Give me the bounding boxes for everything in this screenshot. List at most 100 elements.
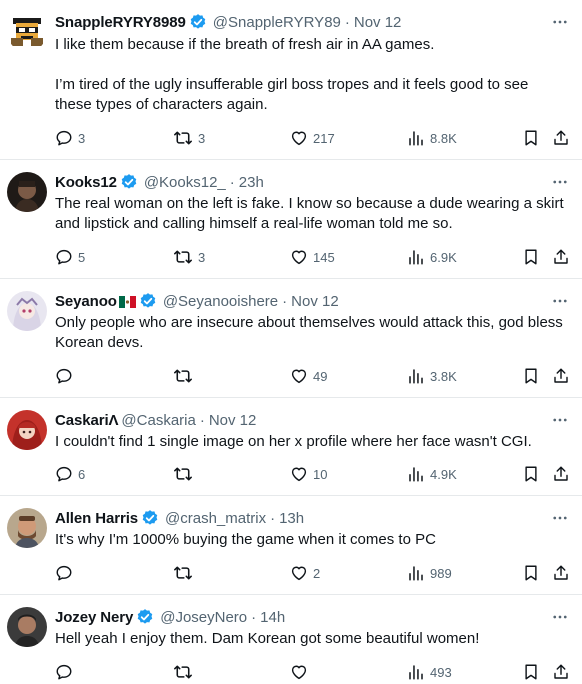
like-button[interactable]: 2	[290, 562, 320, 584]
like-button[interactable]: 145	[290, 246, 335, 268]
reply[interactable]: Kooks12 @Kooks12_ · 23h The real woman o…	[0, 160, 582, 279]
action-bar: 3 3 217 8.8K	[55, 127, 572, 149]
share-button[interactable]	[552, 127, 570, 149]
share-button[interactable]	[552, 661, 570, 683]
timestamp[interactable]: 14h	[260, 609, 285, 626]
views-icon	[407, 248, 425, 266]
views-button[interactable]: 493	[407, 661, 452, 683]
like-button[interactable]: 49	[290, 365, 327, 387]
like-button[interactable]: 10	[290, 463, 327, 485]
reply-icon	[55, 129, 73, 147]
avatar[interactable]	[7, 172, 47, 212]
avatar[interactable]	[7, 410, 47, 450]
views-button[interactable]: 6.9K	[407, 246, 457, 268]
reply-button[interactable]	[55, 365, 78, 387]
bookmark-icon	[522, 564, 540, 582]
like-count: 145	[313, 249, 335, 265]
user-handle[interactable]: @SnappleRYRY89	[213, 14, 341, 31]
views-icon	[407, 663, 425, 681]
display-name[interactable]: Allen Harris	[55, 510, 138, 527]
user-handle[interactable]: @crash_matrix	[165, 510, 266, 527]
bookmark-icon	[522, 248, 540, 266]
share-button[interactable]	[552, 365, 570, 387]
display-name[interactable]: Seyanoo	[55, 293, 117, 310]
bookmark-button[interactable]	[522, 127, 540, 149]
repost-button[interactable]: 3	[173, 127, 205, 149]
repost-button[interactable]	[173, 463, 198, 485]
timestamp[interactable]: Nov 12	[291, 293, 339, 310]
like-count: 49	[313, 368, 328, 384]
repost-button[interactable]	[173, 365, 198, 387]
separator-dot: ·	[270, 509, 276, 527]
share-button[interactable]	[552, 463, 570, 485]
more-icon[interactable]	[550, 508, 570, 528]
bookmark-button[interactable]	[522, 562, 540, 584]
reply[interactable]: Seyanoo @Seyanooishere · Nov 12 Only peo…	[0, 279, 582, 398]
verified-badge-icon	[139, 292, 157, 310]
display-name[interactable]: SnappleRYRY8989	[55, 14, 186, 31]
repost-icon	[173, 663, 193, 681]
reply[interactable]: Allen Harris @crash_matrix · 13h It's wh…	[0, 496, 582, 595]
action-bar: 493	[55, 661, 572, 683]
reply[interactable]: CaskariΛ @Caskaria · Nov 12 I couldn't f…	[0, 398, 582, 496]
reply-paragraph: I’m tired of the ugly insufferable girl …	[55, 76, 529, 113]
action-bar: 2 989	[55, 562, 572, 584]
user-handle[interactable]: @Caskaria	[121, 412, 195, 429]
views-button[interactable]: 989	[407, 562, 452, 584]
display-name[interactable]: Jozey Nery	[55, 609, 133, 626]
more-icon[interactable]	[550, 12, 570, 32]
timestamp[interactable]: Nov 12	[354, 14, 402, 31]
more-icon[interactable]	[550, 291, 570, 311]
share-button[interactable]	[552, 562, 570, 584]
bookmark-icon	[522, 663, 540, 681]
avatar[interactable]	[7, 12, 47, 52]
bookmark-button[interactable]	[522, 661, 540, 683]
reply-button[interactable]	[55, 661, 78, 683]
timestamp[interactable]: 13h	[279, 510, 304, 527]
reply-paragraph: Hell yeah I enjoy them. Dam Korean got s…	[55, 630, 480, 647]
bookmark-button[interactable]	[522, 463, 540, 485]
like-button[interactable]	[290, 661, 313, 683]
reply-button[interactable]: 5	[55, 246, 85, 268]
repost-button[interactable]: 3	[173, 246, 205, 268]
repost-button[interactable]	[173, 661, 198, 683]
timestamp[interactable]: Nov 12	[209, 412, 257, 429]
user-handle[interactable]: @JoseyNero	[160, 609, 247, 626]
views-icon	[407, 564, 425, 582]
reply-paragraph: It's why I'm 1000% buying the game when …	[55, 531, 436, 548]
reply-button[interactable]: 3	[55, 127, 85, 149]
repost-button[interactable]	[173, 562, 198, 584]
timestamp[interactable]: 23h	[239, 174, 264, 191]
more-icon[interactable]	[550, 172, 570, 192]
verified-badge-icon	[189, 13, 207, 31]
views-button[interactable]: 8.8K	[407, 127, 457, 149]
avatar[interactable]	[7, 508, 47, 548]
reply-icon	[55, 248, 73, 266]
display-name[interactable]: Kooks12	[55, 174, 117, 191]
view-count: 989	[430, 565, 452, 581]
views-button[interactable]: 3.8K	[407, 365, 457, 387]
views-button[interactable]: 4.9K	[407, 463, 457, 485]
separator-dot: ·	[344, 13, 350, 31]
reply-text: The real woman on the left is fake. I kn…	[55, 194, 568, 234]
reply[interactable]: Jozey Nery @JoseyNero · 14h Hell yeah I …	[0, 595, 582, 684]
reply-button[interactable]: 6	[55, 463, 85, 485]
more-icon[interactable]	[550, 607, 570, 627]
bookmark-button[interactable]	[522, 246, 540, 268]
reply[interactable]: SnappleRYRY8989 @SnappleRYRY89 · Nov 12 …	[0, 0, 582, 160]
user-handle[interactable]: @Seyanooishere	[163, 293, 278, 310]
share-icon	[552, 248, 570, 266]
separator-dot: ·	[229, 173, 235, 191]
more-icon[interactable]	[550, 410, 570, 430]
reply-icon	[55, 564, 73, 582]
like-icon	[290, 129, 308, 147]
avatar[interactable]	[7, 607, 47, 647]
user-handle[interactable]: @Kooks12_	[144, 174, 226, 191]
display-name[interactable]: CaskariΛ	[55, 412, 119, 429]
bookmark-button[interactable]	[522, 365, 540, 387]
share-button[interactable]	[552, 246, 570, 268]
reply-button[interactable]	[55, 562, 78, 584]
like-button[interactable]: 217	[290, 127, 335, 149]
view-count: 8.8K	[430, 130, 457, 146]
avatar[interactable]	[7, 291, 47, 331]
